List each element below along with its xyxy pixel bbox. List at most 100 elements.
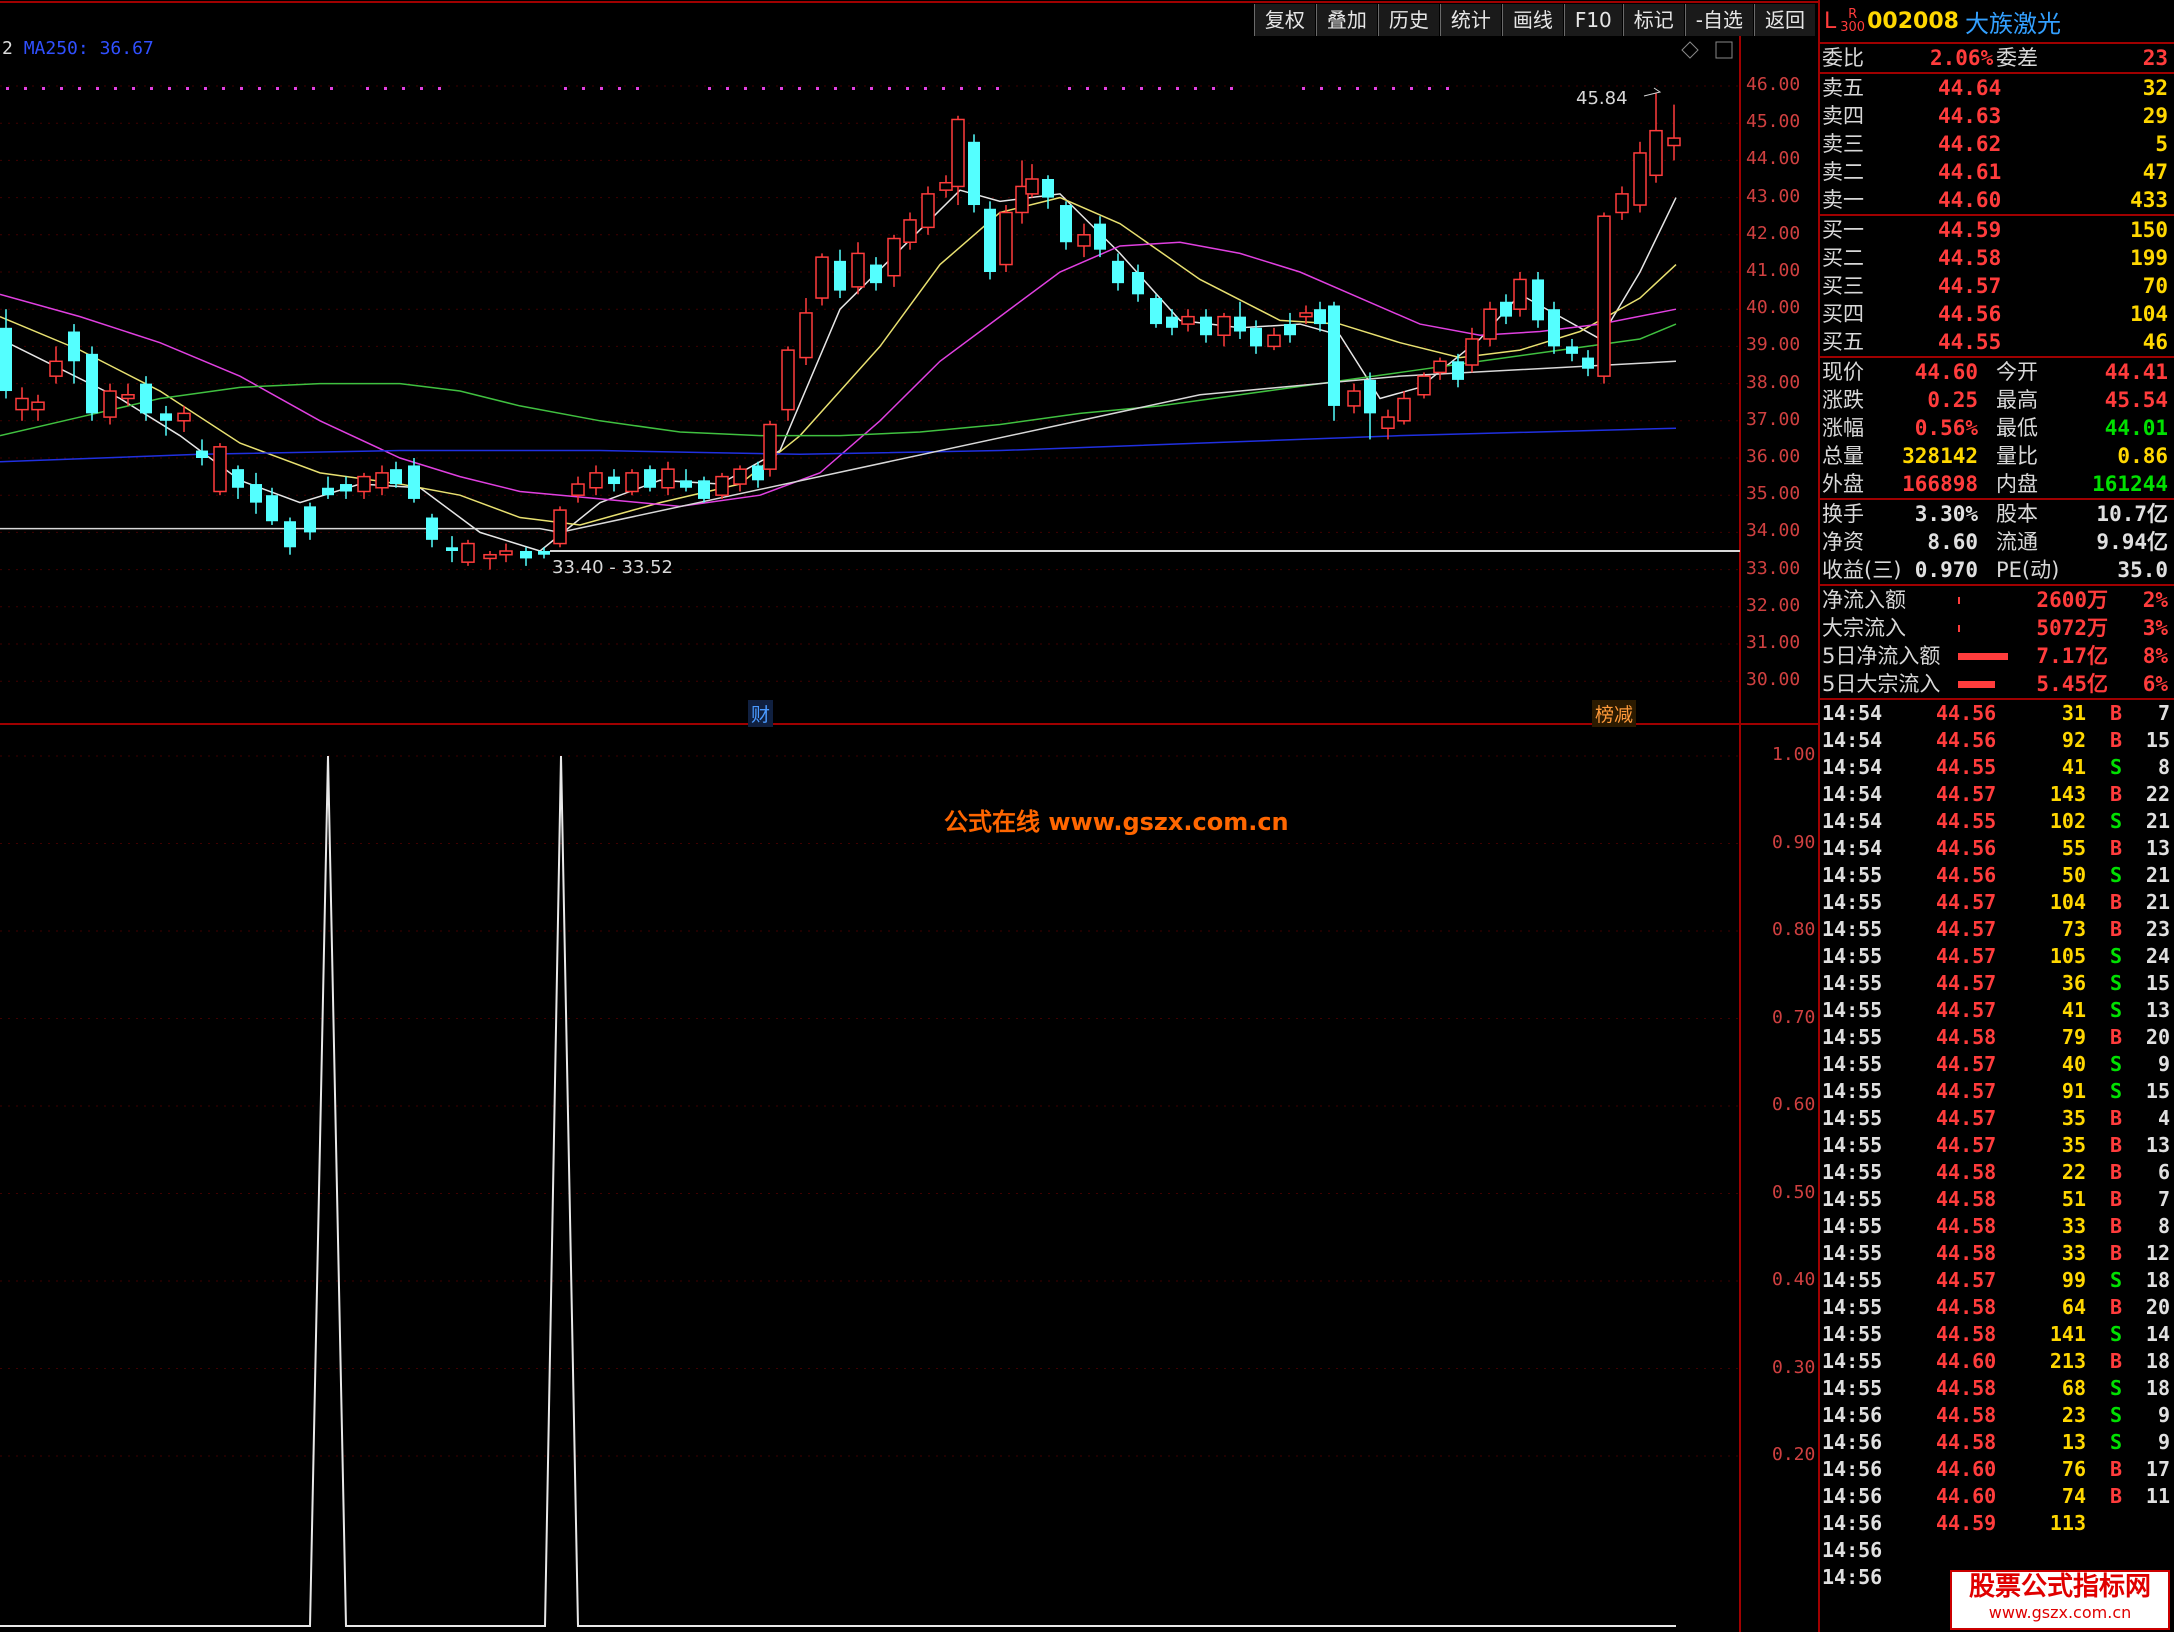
chart-area[interactable]: 复权 叠加 历史 统计 画线 F10 标记 -自选 返回 2 MA250: 36.67 33.4… (0, 0, 1818, 1632)
tick-row[interactable]: 14:56 44.60 76 B 17 (1820, 1456, 2174, 1483)
ma-legend: 2 MA250: 36.67 (2, 38, 154, 59)
level-mark: L (1824, 8, 1837, 34)
signal-dot (636, 87, 639, 90)
tick-list[interactable]: 14:54 44.56 31 B 7 14:54 44.56 92 B 15 14:54 44.55 4… (1820, 700, 2174, 1591)
tick-row[interactable]: 14:54 44.56 92 B 15 (1820, 727, 2174, 754)
price-tick: 36.00 (1746, 446, 1801, 467)
candle-body (121, 394, 135, 400)
candle-body (1060, 205, 1072, 243)
toolbar-btn-2[interactable]: 历史 (1377, 4, 1440, 36)
toolbar-btn-0[interactable]: 复权 (1253, 4, 1316, 36)
tick-row[interactable]: 14:55 44.56 50 S 21 (1820, 862, 2174, 889)
stock-code[interactable]: 002008 (1867, 9, 1959, 34)
rank-badge[interactable]: 榜减 (1592, 700, 1637, 727)
weibi-row: 委比 2.06% 委差 23 (1820, 44, 2174, 74)
tick-row[interactable]: 14:55 44.58 68 S 18 (1820, 1375, 2174, 1402)
signal-dot (1410, 87, 1413, 90)
tick-row[interactable]: 14:56 44.58 13 S 9 (1820, 1429, 2174, 1456)
signal-dot (1302, 87, 1305, 90)
price-tick: 30.00 (1746, 669, 1801, 691)
tick-row[interactable]: 14:55 44.58 64 B 20 (1820, 1294, 2174, 1321)
candle-body (250, 484, 262, 503)
tick-row[interactable]: 14:56 (1820, 1537, 2174, 1564)
tick-row[interactable]: 14:55 44.57 104 B 21 (1820, 889, 2174, 916)
candle-body (608, 476, 620, 485)
candle-body (1649, 129, 1663, 177)
tick-row[interactable]: 14:54 44.57 143 B 22 (1820, 781, 2174, 808)
candle-body (31, 401, 45, 411)
tick-row[interactable]: 14:55 44.57 73 B 23 (1820, 916, 2174, 943)
candle-body (1615, 193, 1629, 214)
tick-row[interactable]: 14:55 44.57 35 B 13 (1820, 1132, 2174, 1159)
candle-body (1150, 298, 1162, 325)
signal-dot (168, 87, 171, 90)
candle-body (1042, 179, 1054, 198)
tick-row[interactable]: 14:55 44.57 41 S 13 (1820, 997, 2174, 1024)
tick-row[interactable]: 14:55 44.58 51 B 7 (1820, 1186, 2174, 1213)
toolbar-btn-1[interactable]: 叠加 (1315, 4, 1378, 36)
toolbar-btn-5[interactable]: F10 (1563, 4, 1623, 36)
buy-level: 买二 44.58 199 (1822, 246, 2168, 270)
tick-row[interactable]: 14:55 44.58 33 B 12 (1820, 1240, 2174, 1267)
flow-bar (1958, 597, 1960, 604)
candle-body (1597, 215, 1611, 377)
signal-dot (114, 87, 117, 90)
tick-row[interactable]: 14:54 44.55 41 S 8 (1820, 754, 2174, 781)
toolbar-btn-3[interactable]: 统计 (1439, 4, 1502, 36)
toolbar-btn-6[interactable]: 标记 (1622, 4, 1685, 36)
tick-row[interactable]: 14:56 44.59 113 (1820, 1510, 2174, 1537)
tick-row[interactable]: 14:56 44.58 23 S 9 (1820, 1402, 2174, 1429)
toolbar-btn-4[interactable]: 画线 (1501, 4, 1564, 36)
toolbar-btn-8[interactable]: 返回 (1754, 4, 1816, 36)
candle-body (1094, 223, 1106, 250)
candle-body (304, 506, 316, 533)
tick-row[interactable]: 14:55 44.57 36 S 15 (1820, 970, 2174, 997)
candle-body (999, 211, 1013, 266)
tick-row[interactable]: 14:54 44.56 55 B 13 (1820, 835, 2174, 862)
signal-dot (60, 87, 63, 90)
signal-dot (1104, 87, 1107, 90)
signal-dot (78, 87, 81, 90)
fund-row: 收益(三) 0.970 PE(动) 35.0 (1820, 556, 2174, 586)
candle-body (715, 475, 729, 496)
tick-row[interactable]: 14:55 44.57 99 S 18 (1820, 1267, 2174, 1294)
tick-row[interactable]: 14:55 44.57 91 S 15 (1820, 1078, 2174, 1105)
candle-body (140, 383, 152, 414)
signal-dot (780, 87, 783, 90)
candle-body (196, 450, 208, 458)
signal-dot (996, 87, 999, 90)
tick-row[interactable]: 14:55 44.57 35 B 4 (1820, 1105, 2174, 1132)
stock-header: L R 300 002008 大族激光 (1820, 0, 2174, 44)
tick-row[interactable]: 14:55 44.58 22 B 6 (1820, 1159, 2174, 1186)
kline-chart[interactable] (0, 0, 1818, 1632)
tick-row[interactable]: 14:55 44.57 40 S 9 (1820, 1051, 2174, 1078)
signal-dot (222, 87, 225, 90)
tick-row[interactable]: 14:54 44.55 102 S 21 (1820, 808, 2174, 835)
signal-dot (1122, 87, 1125, 90)
tick-row[interactable]: 14:55 44.60 213 B 18 (1820, 1348, 2174, 1375)
signal-dot (42, 87, 45, 90)
tick-row[interactable]: 14:55 44.58 33 B 8 (1820, 1213, 2174, 1240)
tick-row[interactable]: 14:55 44.58 79 B 20 (1820, 1024, 2174, 1051)
candle-body (680, 480, 692, 488)
tick-row[interactable]: 14:55 44.57 105 S 24 (1820, 943, 2174, 970)
candle-body (939, 181, 953, 191)
tick-row[interactable]: 14:54 44.56 31 B 7 (1820, 700, 2174, 727)
signal-dot (6, 87, 9, 90)
signal-dot (294, 87, 297, 90)
signal-dot (1320, 87, 1323, 90)
tick-row[interactable]: 14:55 44.58 141 S 14 (1820, 1321, 2174, 1348)
finance-badge[interactable]: 财 (748, 700, 774, 727)
candle-body (340, 484, 352, 492)
candle-body (1267, 334, 1281, 348)
candle-body (1200, 316, 1212, 336)
tick-row[interactable]: 14:56 44.60 74 B 11 (1820, 1483, 2174, 1510)
toolbar-btn-7[interactable]: -自选 (1684, 4, 1754, 36)
candle-body (1181, 315, 1195, 325)
order-book: 卖五 44.64 32 卖四 44.63 29 卖三 44.62 5 卖二 44.61 47 卖一 44.… (1820, 74, 2174, 358)
signal-dot (816, 87, 819, 90)
signal-dot (384, 87, 387, 90)
candle-body (499, 550, 513, 556)
stock-name[interactable]: 大族激光 (1965, 4, 2061, 39)
candle-body (1433, 360, 1447, 374)
